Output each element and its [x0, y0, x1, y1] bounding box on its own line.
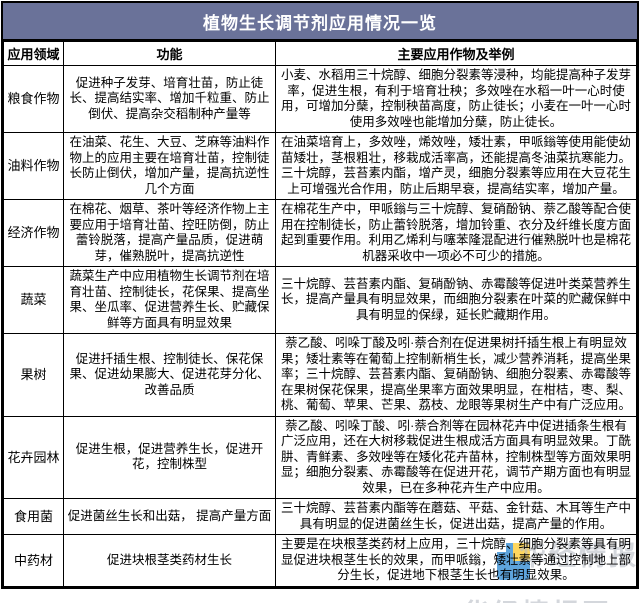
table-row: 食用菌 促进菌丝生长和出菇， 提高产量方面 三十烷醇、芸苔素内酯等在蘑菇、平菇、… [4, 499, 637, 535]
row-examples: 萘乙酸、吲哚丁酸及吲·萘合剂在促进果树扦插生根上有明显效果；矮壮素等在葡萄上控制… [276, 334, 637, 417]
row-function: 促进生根，促进营养生长，促进开花，控制株型 [64, 416, 276, 499]
row-field: 经济作物 [4, 200, 64, 267]
row-field: 中药材 [4, 535, 64, 587]
watermark-text-partial: 华经情报网 [462, 592, 612, 603]
table-row: 中药材 促进块根茎类药材生长 主要是在块根茎类药材上应用，三十烷醇、细胞分裂素等… [4, 535, 637, 587]
row-examples: 萘乙酸、吲哚丁酸、吲·萘合剂等在园林花卉中促进插条生根有广泛应用，还在大树移栽促… [276, 416, 637, 499]
header-row: 应用领域 功能 主要应用作物及举例 [4, 42, 637, 66]
row-examples: 在油菜培育上，多效唑，烯效唑，矮壮素，甲哌鎓等使用能使幼苗矮壮，茎根粗壮，移栽成… [276, 133, 637, 200]
infographic-root: 华经情报网 华经情报网 植物生长调节剂应用情况一览 应用领域 功能 主要应用作物… [0, 0, 640, 603]
row-examples: 三十烷醇、芸苔素内酯等在蘑菇、平菇、金针菇、木耳等生产中具有明显的促进菌丝生长，… [276, 499, 637, 535]
row-field: 蔬菜 [4, 267, 64, 334]
table-row: 蔬菜 蔬菜生产中应用植物生长调节剂在培育壮苗、控制徒长，花保果、提高坐果、坐瓜率… [4, 267, 637, 334]
table-row: 果树 促进扦插生根、控制徒长、保花保果、促进幼果膨大、促进花芽分化、改善品质 萘… [4, 334, 637, 417]
column-header-field: 应用领域 [4, 42, 64, 66]
table-row: 油料作物 在油菜、花生、大豆、芝麻等油料作物上的应用主要在培育壮苗，控制徒长防止… [4, 133, 637, 200]
row-field: 粮食作物 [4, 66, 64, 133]
table-row: 花卉园林 促进生根，促进营养生长，促进开花，控制株型 萘乙酸、吲哚丁酸、吲·萘合… [4, 416, 637, 499]
row-examples: 小麦、水稻用三十烷醇、细胞分裂素等浸种，均能提高种子发芽率，促进生根，有利于培育… [276, 66, 637, 133]
row-function: 促进种子发芽、培育壮苗，防止徒长、提高结实率、增加千粒重、防止倒伏、提高杂交稻制… [64, 66, 276, 133]
row-function: 在棉花、烟草、茶叶等经济作物上主要应用于培育壮苗、控旺防倒，防止蕾铃脱落，提高产… [64, 200, 276, 267]
row-examples: 三十烷醇、芸苔素内酯、复硝酚钠、赤霉酸等促进叶类菜营养生长，提高产量具有明显效果… [276, 267, 637, 334]
table-row: 经济作物 在棉花、烟草、茶叶等经济作物上主要应用于培育壮苗、控旺防倒，防止蕾铃脱… [4, 200, 637, 267]
row-examples: 在棉花生产中，甲哌鎓与三十烷醇、复硝酚钠、萘乙酸等配合使用在控制徒长，防止蕾铃脱… [276, 200, 637, 267]
column-header-function: 功能 [64, 42, 276, 66]
row-field: 食用菌 [4, 499, 64, 535]
table-title: 植物生长调节剂应用情况一览 [3, 3, 637, 41]
table-row: 粮食作物 促进种子发芽、培育壮苗，防止徒长、提高结实率、增加千粒重、防止倒伏、提… [4, 66, 637, 133]
row-field: 果树 [4, 334, 64, 417]
column-header-examples: 主要应用作物及举例 [276, 42, 637, 66]
row-examples: 主要是在块根茎类药材上应用，三十烷醇、细胞分裂素等具有明显促进块根茎生长的效果，… [276, 535, 637, 587]
row-field: 油料作物 [4, 133, 64, 200]
row-function: 促进扦插生根、控制徒长、保花保果、促进幼果膨大、促进花芽分化、改善品质 [64, 334, 276, 417]
row-field: 花卉园林 [4, 416, 64, 499]
row-function: 在油菜、花生、大豆、芝麻等油料作物上的应用主要在培育壮苗，控制徒长防止倒伏，增加… [64, 133, 276, 200]
row-function: 促进块根茎类药材生长 [64, 535, 276, 587]
row-function: 促进菌丝生长和出菇， 提高产量方面 [64, 499, 276, 535]
regulator-table: 植物生长调节剂应用情况一览 应用领域 功能 主要应用作物及举例 粮食作物 促进种… [1, 1, 639, 589]
row-function: 蔬菜生产中应用植物生长调节剂在培育壮苗、控制徒长，花保果、提高坐果、坐瓜率、促进… [64, 267, 276, 334]
